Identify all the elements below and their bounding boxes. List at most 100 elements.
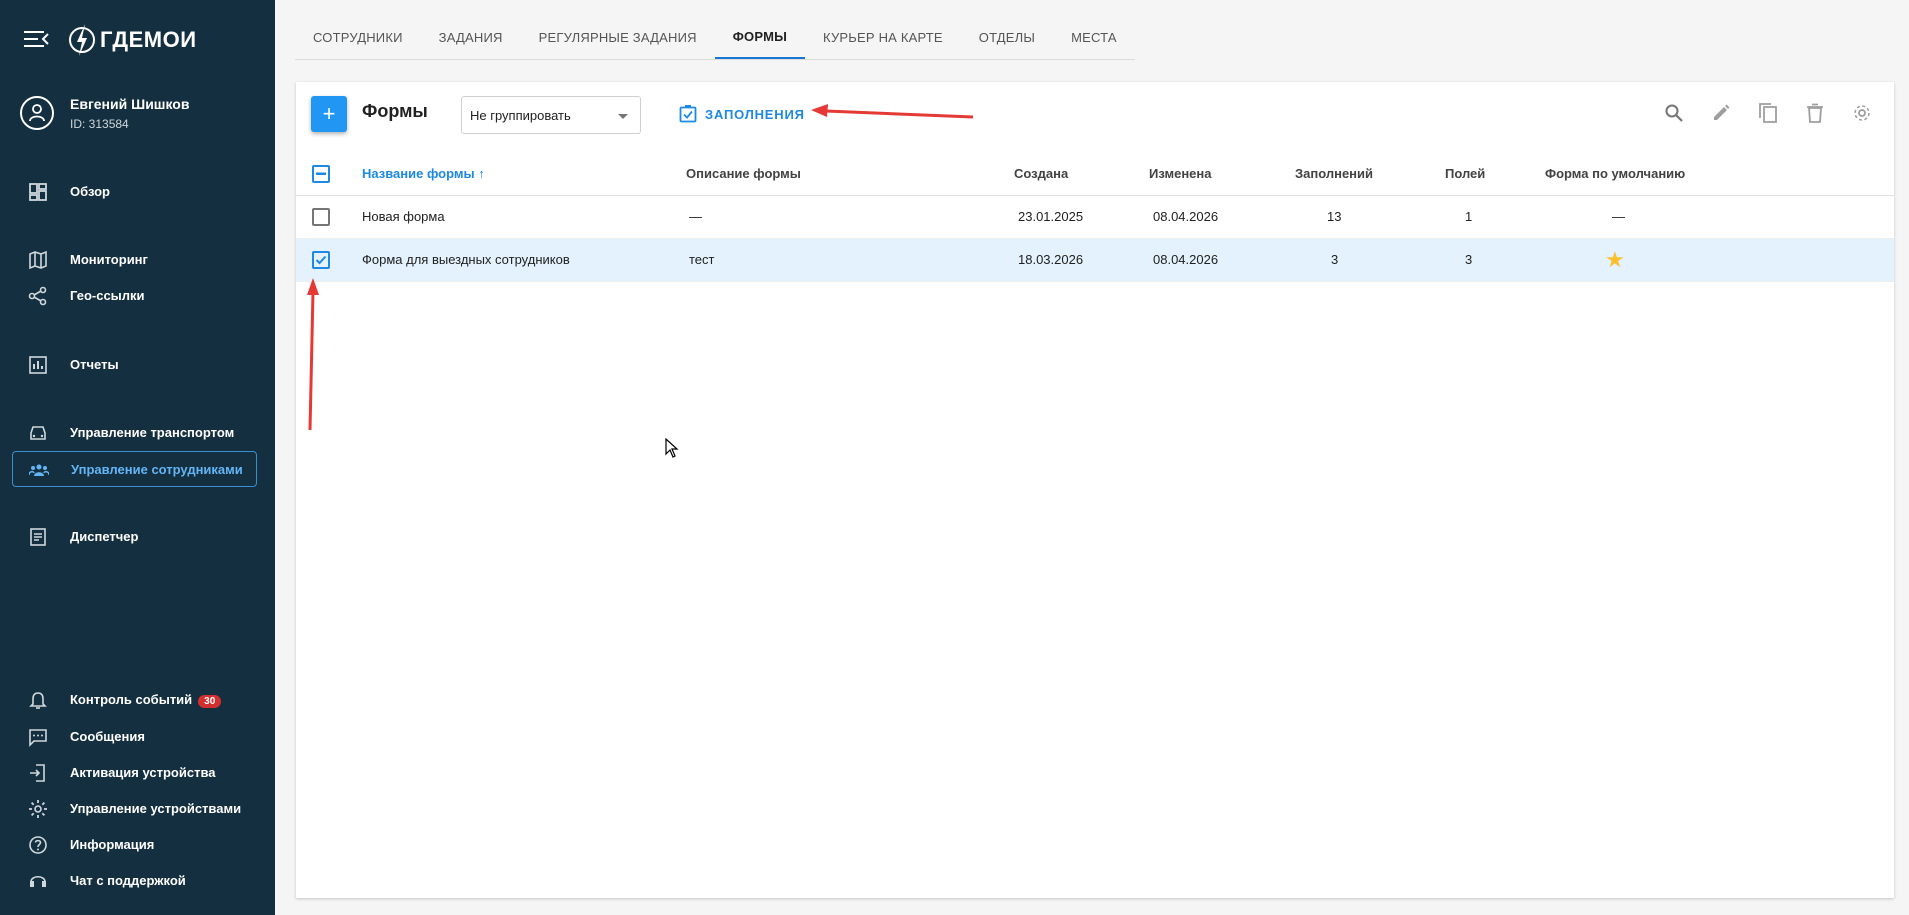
column-header-default[interactable]: Форма по умолчанию — [1545, 166, 1685, 181]
user-id: ID: 313584 — [70, 117, 129, 131]
card-toolbar — [1661, 100, 1874, 125]
sidebar-item-events[interactable]: Контроль событий 30 — [12, 683, 257, 717]
sidebar-item-dispatcher[interactable]: Диспетчер — [12, 519, 257, 553]
car-icon — [30, 426, 46, 440]
forms-card: + Формы Не группировать Заполнения Назва… — [296, 82, 1894, 898]
chevron-down-icon — [618, 114, 628, 119]
tab-regular-tasks[interactable]: Регулярные задания — [521, 16, 715, 59]
fillings-button[interactable]: Заполнения — [679, 98, 805, 130]
sidebar-item-label: Мониторинг — [70, 251, 148, 267]
column-header-fillings[interactable]: Заполнений — [1295, 166, 1373, 181]
created-date-cell: 23.01.2025 — [1018, 209, 1084, 224]
table-row[interactable]: Форма для выездных сотрудников тест 18.0… — [296, 239, 1894, 282]
tab-courier-map[interactable]: Курьер на карте — [805, 16, 961, 59]
sidebar-item-support-chat[interactable]: Чат с поддержкой — [12, 863, 257, 897]
sidebar-item-label: Обзор — [70, 183, 110, 199]
bell-icon — [29, 692, 47, 709]
modified-date-cell: 08.04.2026 — [1153, 209, 1219, 224]
sidebar: ГДЕМОИ Евгений Шишков ID: 313584 Обзор М… — [0, 0, 275, 915]
delete-icon[interactable] — [1802, 100, 1827, 125]
sidebar-item-device-management[interactable]: Управление устройствами — [12, 791, 257, 825]
default-form-cell: — — [1612, 209, 1625, 224]
sidebar-item-employees[interactable]: Управление сотрудниками — [12, 451, 257, 487]
logo-compass-icon — [69, 24, 95, 56]
logo-text: ГДЕМОИ — [100, 27, 197, 52]
copy-icon[interactable] — [1755, 100, 1780, 125]
grouping-select-value: Не группировать — [470, 108, 571, 123]
menu-toggle-icon[interactable] — [24, 28, 50, 50]
gear-icon — [29, 800, 47, 818]
share-icon — [28, 286, 47, 306]
sidebar-item-transport[interactable]: Управление транспортом — [12, 415, 257, 449]
sidebar-item-text: Контроль событий — [70, 692, 193, 708]
chart-icon — [29, 356, 47, 374]
form-description-cell: — — [689, 209, 702, 224]
table-row[interactable]: Новая форма — 23.01.2025 08.04.2026 13 1… — [296, 196, 1894, 239]
message-icon — [29, 729, 47, 747]
sidebar-item-label: Управление сотрудниками — [71, 461, 243, 477]
fields-count-cell: 1 — [1465, 209, 1473, 224]
fields-count-cell: 3 — [1465, 252, 1473, 267]
sidebar-item-label: Отчеты — [70, 356, 119, 372]
column-header-name[interactable]: Название формы ↑ — [362, 166, 485, 181]
support-chat-icon — [30, 875, 46, 887]
checklist-icon — [679, 105, 697, 123]
sidebar-item-monitoring[interactable]: Мониторинг — [12, 242, 257, 276]
column-header-fields[interactable]: Полей — [1445, 166, 1485, 181]
sidebar-item-label: Управление транспортом — [70, 424, 235, 440]
app-logo[interactable]: ГДЕМОИ — [66, 22, 197, 58]
sidebar-item-reports[interactable]: Отчеты — [12, 347, 257, 381]
column-header-label: Название формы — [362, 166, 475, 181]
mouse-cursor-icon — [665, 438, 679, 458]
sidebar-header: ГДЕМОИ — [0, 0, 275, 80]
tab-places[interactable]: Места — [1053, 16, 1135, 59]
row-checkbox[interactable] — [312, 208, 330, 226]
sidebar-item-label: Гео-ссылки — [70, 287, 145, 303]
grouping-select[interactable]: Не группировать — [461, 96, 641, 134]
sidebar-item-overview[interactable]: Обзор — [12, 174, 257, 208]
tab-tasks[interactable]: Задания — [421, 16, 521, 59]
fillings-count-cell: 3 — [1331, 252, 1339, 267]
table-header: Название формы ↑ Описание формы Создана … — [296, 152, 1894, 196]
tab-forms[interactable]: Формы — [714, 16, 806, 59]
sidebar-item-label: Диспетчер — [70, 528, 139, 544]
sidebar-item-label: Информация — [70, 836, 155, 852]
form-name-cell: Форма для выездных сотрудников — [362, 252, 570, 267]
people-icon — [29, 464, 49, 476]
user-profile[interactable]: Евгений Шишков ID: 313584 — [20, 96, 260, 140]
edit-icon[interactable] — [1708, 100, 1733, 125]
default-star-icon: ★ — [1605, 247, 1625, 272]
tab-employees[interactable]: Сотрудники — [295, 16, 421, 59]
column-header-created[interactable]: Создана — [1014, 166, 1068, 181]
column-header-description[interactable]: Описание формы — [686, 166, 801, 181]
column-header-modified[interactable]: Изменена — [1149, 166, 1212, 181]
settings-icon[interactable] — [1849, 100, 1874, 125]
sidebar-item-label: Контроль событий 30 — [70, 692, 222, 708]
avatar-icon — [20, 96, 54, 130]
search-icon[interactable] — [1661, 100, 1686, 125]
sidebar-item-label: Управление устройствами — [70, 800, 242, 816]
fillings-button-label: Заполнения — [705, 106, 805, 122]
fillings-count-cell: 13 — [1327, 209, 1342, 224]
tab-departments[interactable]: Отделы — [961, 16, 1053, 59]
sidebar-item-label: Сообщения — [70, 728, 145, 744]
dispatcher-icon — [30, 528, 46, 546]
page-title: Формы — [362, 101, 428, 121]
sort-arrow-up-icon: ↑ — [478, 166, 485, 181]
dashboard-icon — [29, 183, 47, 201]
form-name-cell: Новая форма — [362, 209, 445, 224]
device-activation-icon — [30, 764, 45, 782]
sidebar-item-device-activation[interactable]: Активация устройства — [12, 755, 257, 789]
add-form-button[interactable]: + — [311, 96, 347, 132]
map-icon — [29, 250, 47, 270]
modified-date-cell: 08.04.2026 — [1153, 252, 1219, 267]
created-date-cell: 18.03.2026 — [1018, 252, 1084, 267]
sidebar-item-geo-links[interactable]: Гео-ссылки — [12, 278, 257, 312]
row-checkbox[interactable] — [312, 251, 330, 269]
events-count-badge: 30 — [198, 694, 222, 708]
select-all-checkbox[interactable] — [312, 165, 330, 183]
user-name: Евгений Шишков — [70, 96, 190, 112]
sidebar-item-info[interactable]: Информация — [12, 827, 257, 861]
help-icon — [29, 836, 47, 854]
sidebar-item-messages[interactable]: Сообщения — [12, 719, 257, 753]
